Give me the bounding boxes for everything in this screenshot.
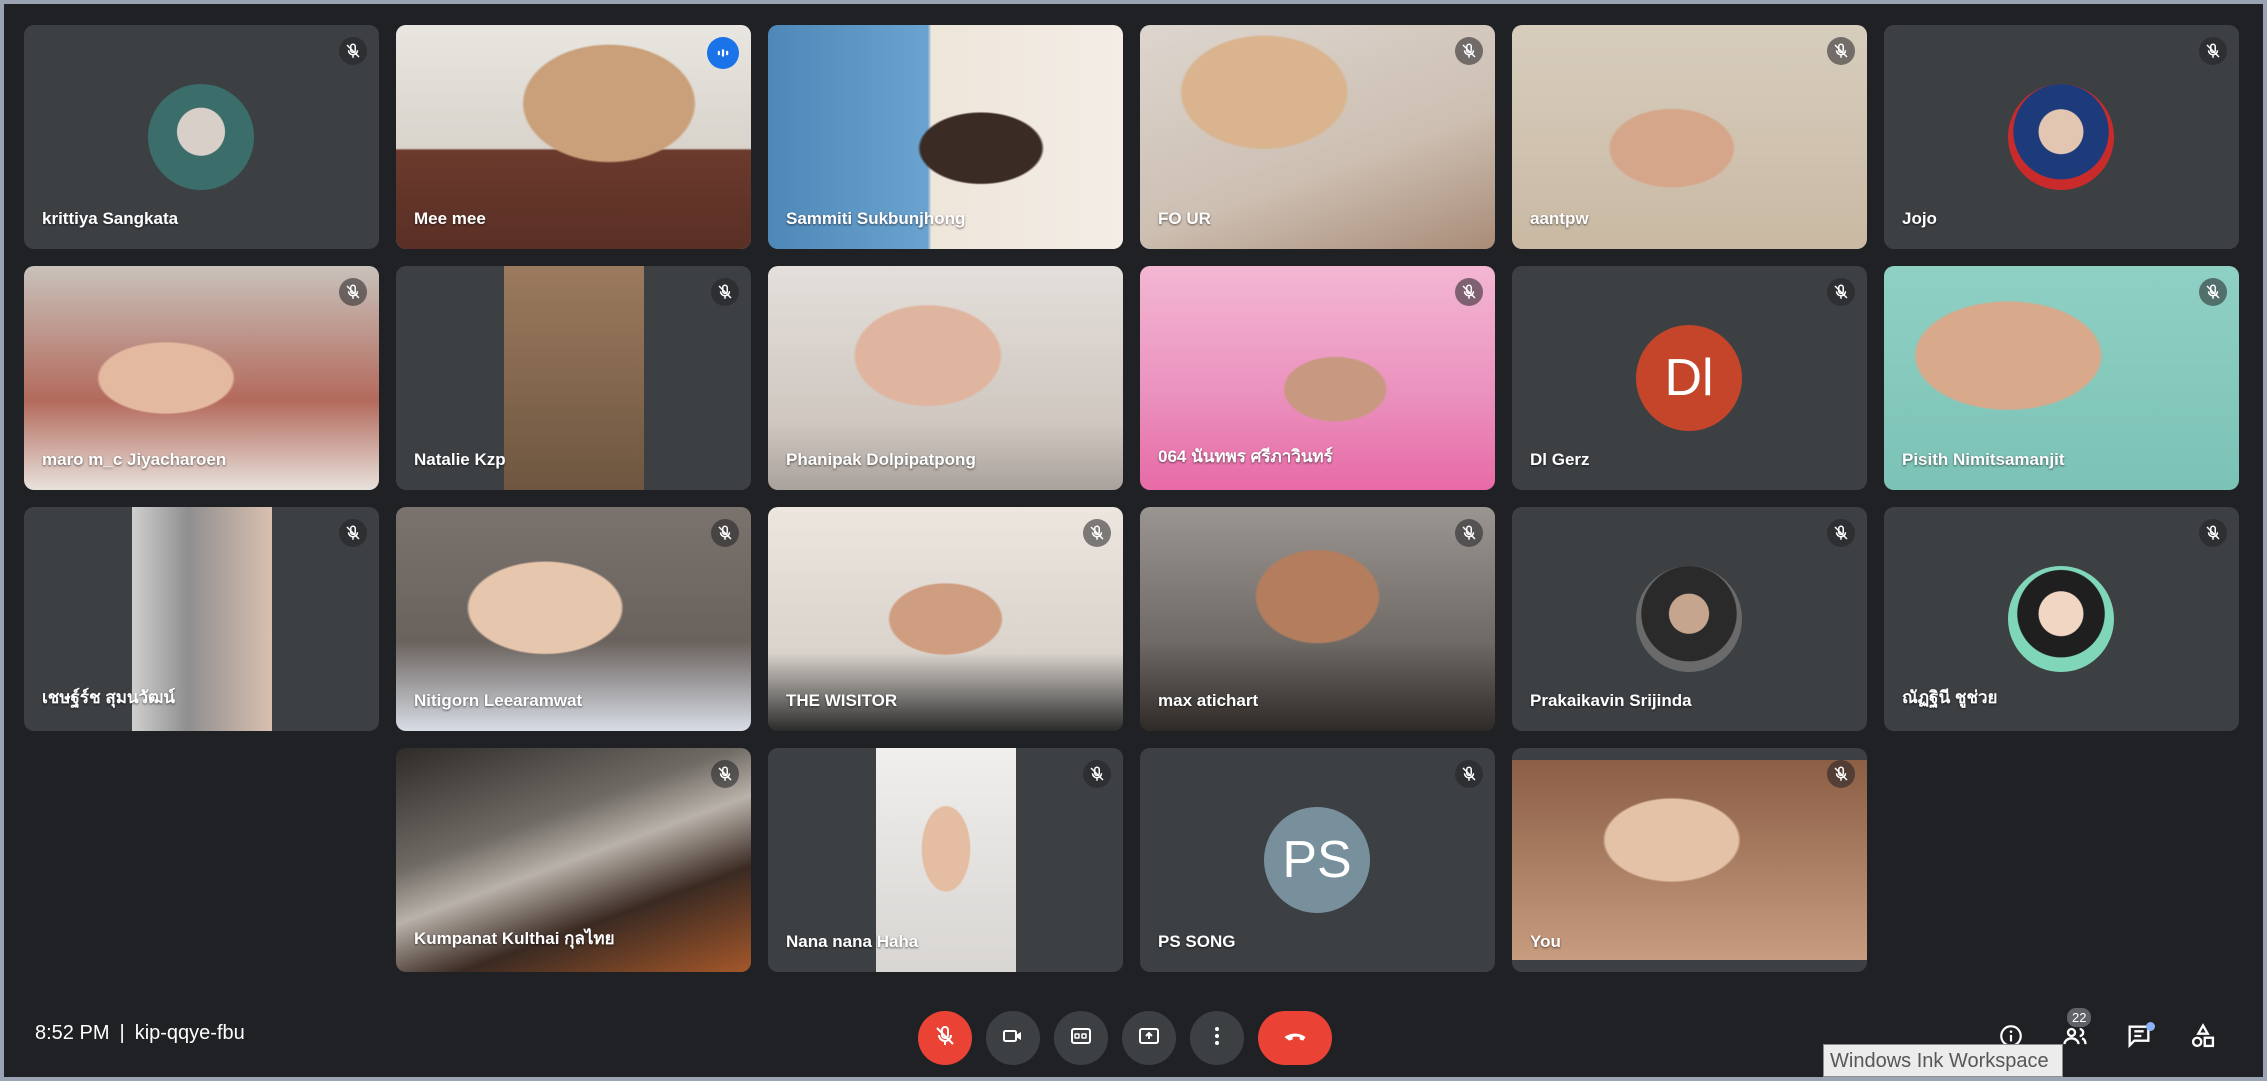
participant-tile[interactable]: Nitigorn Leearamwat xyxy=(396,507,751,731)
participant-tile[interactable]: Jojo xyxy=(1884,25,2239,249)
mic-off-icon xyxy=(2199,519,2227,547)
participant-tile[interactable]: Natalie Kzp xyxy=(396,266,751,490)
chat-button[interactable] xyxy=(2112,1011,2166,1065)
participant-name: THE WISITOR xyxy=(786,691,898,710)
participant-name: maro m_c Jiyacharoen xyxy=(42,450,227,469)
meeting-code: kip-qqye-fbu xyxy=(134,1022,245,1044)
participant-video xyxy=(504,266,644,490)
participant-name: Phanipak Dolpipatpong xyxy=(786,450,976,469)
participant-tile[interactable]: Sammiti Sukbunjhong xyxy=(768,25,1123,249)
participant-name: You xyxy=(1530,932,1561,951)
participant-name: FO UR xyxy=(1158,209,1211,228)
participant-initials-avatar: Dl xyxy=(1636,325,1742,431)
mic-off-icon xyxy=(933,1024,957,1053)
captions-icon xyxy=(1069,1024,1093,1053)
mic-off-icon xyxy=(1827,519,1855,547)
activities-button[interactable] xyxy=(2176,1011,2230,1065)
mic-off-icon xyxy=(1083,760,1111,788)
participant-name: ณัฏฐินี ชูช่วย xyxy=(1902,688,1998,707)
participant-tile[interactable]: Pisith Nimitsamanjit xyxy=(1884,266,2239,490)
participant-avatar xyxy=(2008,566,2114,672)
participant-name: Prakaikavin Srijinda xyxy=(1530,691,1692,710)
more-options-button[interactable] xyxy=(1190,1011,1244,1065)
meeting-info-separator: | xyxy=(119,1022,125,1044)
mic-off-icon xyxy=(711,519,739,547)
more-options-icon xyxy=(1205,1024,1229,1053)
mic-off-icon xyxy=(1827,37,1855,65)
mic-off-icon xyxy=(711,760,739,788)
participant-avatar xyxy=(1636,566,1742,672)
participant-tile[interactable]: Dl Dl Gerz xyxy=(1512,266,1867,490)
participant-tile[interactable]: FO UR xyxy=(1140,25,1495,249)
participant-name: aantpw xyxy=(1530,209,1589,228)
participant-name: max atichart xyxy=(1158,691,1259,710)
participant-name: Natalie Kzp xyxy=(414,450,506,469)
participant-name: krittiya Sangkata xyxy=(42,209,179,228)
windows-ink-workspace-tooltip: Windows Ink Workspace xyxy=(1823,1044,2063,1077)
captions-button[interactable] xyxy=(1054,1011,1108,1065)
mic-off-icon xyxy=(2199,278,2227,306)
meet-window: krittiya Sangkata Mee mee Sammiti Sukbun… xyxy=(4,4,2263,1077)
mic-off-icon xyxy=(711,278,739,306)
present-now-button[interactable] xyxy=(1122,1011,1176,1065)
participant-name: Jojo xyxy=(1902,209,1937,228)
participant-tile[interactable]: เชษฐ์ร์ช สุมนวัฒน์ xyxy=(24,507,379,731)
mic-off-icon xyxy=(1455,37,1483,65)
participant-initials-avatar: PS xyxy=(1264,807,1370,913)
participant-name: 064 นันทพร ศรีภาวินทร์ xyxy=(1158,447,1333,466)
participant-tile-active-speaker[interactable]: Mee mee xyxy=(396,25,751,249)
mic-off-icon xyxy=(1827,278,1855,306)
participant-name: Sammiti Sukbunjhong xyxy=(786,209,966,228)
mic-off-icon xyxy=(2199,37,2227,65)
participant-tile[interactable]: max atichart xyxy=(1140,507,1495,731)
speaking-indicator-icon xyxy=(707,37,739,69)
participant-name: Nitigorn Leearamwat xyxy=(414,691,583,710)
leave-call-button[interactable] xyxy=(1258,1011,1332,1065)
camera-toggle-button[interactable] xyxy=(986,1011,1040,1065)
participant-name: Nana nana Haha xyxy=(786,932,919,951)
participant-name: Dl Gerz xyxy=(1530,450,1590,469)
participant-tile[interactable]: Nana nana Haha xyxy=(768,748,1123,972)
meeting-details[interactable]: 8:52 PM | kip-qqye-fbu xyxy=(35,1022,245,1045)
participant-tile[interactable]: PS PS SONG xyxy=(1140,748,1495,972)
mic-toggle-button[interactable] xyxy=(918,1011,972,1065)
unread-dot xyxy=(2146,1022,2155,1031)
present-icon xyxy=(1137,1024,1161,1053)
self-view-tile[interactable]: You xyxy=(1512,748,1867,972)
participant-name: Mee mee xyxy=(414,209,486,228)
participant-tile[interactable]: THE WISITOR xyxy=(768,507,1123,731)
mic-off-icon xyxy=(1455,760,1483,788)
end-call-icon xyxy=(1281,1022,1309,1055)
participant-name: เชษฐ์ร์ช สุมนวัฒน์ xyxy=(42,688,176,707)
mic-off-icon xyxy=(1455,278,1483,306)
participant-tile[interactable]: krittiya Sangkata xyxy=(24,25,379,249)
camera-icon xyxy=(1001,1024,1025,1053)
mic-off-icon xyxy=(1455,519,1483,547)
mic-off-icon xyxy=(339,37,367,65)
mic-off-icon xyxy=(1083,519,1111,547)
self-video xyxy=(1512,760,1867,960)
mic-off-icon xyxy=(339,278,367,306)
mic-off-icon xyxy=(339,519,367,547)
mic-off-icon xyxy=(1827,760,1855,788)
meeting-time: 8:52 PM xyxy=(35,1022,110,1044)
participant-tile[interactable]: Phanipak Dolpipatpong xyxy=(768,266,1123,490)
participant-tile[interactable]: 064 นันทพร ศรีภาวินทร์ xyxy=(1140,266,1495,490)
participant-count-badge: 22 xyxy=(2067,1008,2092,1027)
participant-name: Pisith Nimitsamanjit xyxy=(1902,450,2065,469)
participant-tile[interactable]: Prakaikavin Srijinda xyxy=(1512,507,1867,731)
participant-name: PS SONG xyxy=(1158,932,1236,951)
participant-tile[interactable]: ณัฏฐินี ชูช่วย xyxy=(1884,507,2239,731)
participant-avatar xyxy=(148,84,254,190)
activities-icon xyxy=(2189,1022,2217,1055)
participant-avatar xyxy=(2008,84,2114,190)
participant-name: Kumpanat Kulthai กุลไทย xyxy=(414,929,615,948)
participant-tile[interactable]: aantpw xyxy=(1512,25,1867,249)
participant-tile[interactable]: maro m_c Jiyacharoen xyxy=(24,266,379,490)
participant-tile[interactable]: Kumpanat Kulthai กุลไทย xyxy=(396,748,751,972)
